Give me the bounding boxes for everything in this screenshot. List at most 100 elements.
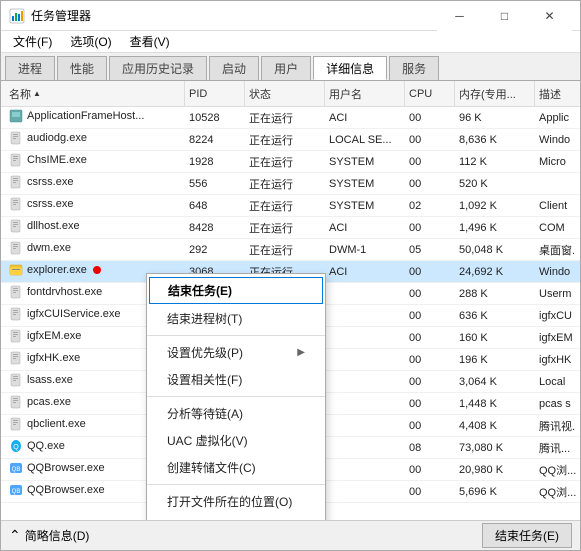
cell-name: dllhost.exe — [5, 219, 185, 236]
cell-cpu: 00 — [405, 420, 455, 432]
cell-mem: 288 K — [455, 288, 535, 300]
tab-processes[interactable]: 进程 — [5, 56, 55, 80]
summary-toggle[interactable]: ⌃ 简略信息(D) — [9, 527, 89, 544]
cell-mem: 8,636 K — [455, 134, 535, 146]
cell-status: 正在运行 — [245, 220, 325, 236]
cell-desc: igfxHK — [535, 354, 576, 366]
menu-separator — [147, 335, 325, 336]
col-header-desc[interactable]: 描述 — [535, 81, 576, 106]
tab-details[interactable]: 详细信息 — [313, 56, 387, 80]
table-row[interactable]: csrss.exe 556 正在运行 SYSTEM 00 520 K — [1, 173, 580, 195]
ctx-item-end-task[interactable]: 结束任务(E) — [149, 277, 323, 304]
cell-desc: 桌面窗... — [535, 242, 576, 258]
tab-services[interactable]: 服务 — [389, 56, 439, 80]
col-header-name[interactable]: 名称 ▲ — [5, 81, 185, 106]
cell-cpu: 00 — [405, 178, 455, 190]
ctx-item[interactable]: 结束进程树(T) — [147, 305, 325, 332]
col-header-status[interactable]: 状态 — [245, 81, 325, 106]
cell-status: 正在运行 — [245, 198, 325, 214]
tab-startup[interactable]: 启动 — [209, 56, 259, 80]
cell-user: SYSTEM — [325, 200, 405, 212]
cell-mem: 112 K — [455, 156, 535, 168]
cell-cpu: 00 — [405, 376, 455, 388]
app-icon — [9, 8, 25, 24]
cell-mem: 20,980 K — [455, 464, 535, 476]
cell-user: ACI — [325, 112, 405, 124]
ctx-item[interactable]: 分析等待链(A) — [147, 400, 325, 427]
col-header-cpu[interactable]: CPU — [405, 81, 455, 106]
minimize-button[interactable]: ─ — [437, 1, 482, 31]
tab-app-history[interactable]: 应用历史记录 — [109, 56, 207, 80]
cell-name: audiodg.exe — [5, 131, 185, 148]
tab-performance[interactable]: 性能 — [57, 56, 107, 80]
end-task-button[interactable]: 结束任务(E) — [482, 523, 572, 548]
cell-cpu: 00 — [405, 134, 455, 146]
cell-desc: Local — [535, 376, 576, 388]
process-icon — [9, 175, 23, 189]
menu-options[interactable]: 选项(O) — [62, 31, 119, 52]
tab-users[interactable]: 用户 — [261, 56, 311, 80]
cell-user: ACI — [325, 266, 405, 278]
cell-user: ACI — [325, 222, 405, 234]
cell-desc: Micro — [535, 156, 576, 168]
cell-user: DWM-1 — [325, 244, 405, 256]
cell-desc: COM — [535, 222, 576, 234]
table-row[interactable]: csrss.exe 648 正在运行 SYSTEM 02 1,092 K Cli… — [1, 195, 580, 217]
cell-name: csrss.exe — [5, 197, 185, 214]
table-row[interactable]: ChsIME.exe 1928 正在运行 SYSTEM 00 112 K Mic… — [1, 151, 580, 173]
menu-view[interactable]: 查看(V) — [122, 31, 178, 52]
cell-desc: QQ浏... — [535, 484, 576, 500]
cell-pid: 648 — [185, 200, 245, 212]
process-icon — [9, 153, 23, 167]
cell-cpu: 02 — [405, 200, 455, 212]
table-row[interactable]: audiodg.exe 8224 正在运行 LOCAL SE... 00 8,6… — [1, 129, 580, 151]
table-row[interactable]: ApplicationFrameHost... 10528 正在运行 ACI 0… — [1, 107, 580, 129]
maximize-button[interactable]: □ — [482, 1, 527, 31]
cell-name: dwm.exe — [5, 241, 185, 258]
ctx-item[interactable]: 打开文件所在的位置(O) — [147, 488, 325, 515]
ctx-item[interactable]: 设置优先级(P)▶ — [147, 339, 325, 366]
cell-mem: 24,692 K — [455, 266, 535, 278]
table-header: 名称 ▲ PID 状态 用户名 CPU 内存(专用... 描述 — [1, 81, 580, 107]
cell-pid: 8224 — [185, 134, 245, 146]
process-icon: QB — [9, 461, 23, 475]
process-icon — [9, 373, 23, 387]
col-header-user[interactable]: 用户名 — [325, 81, 405, 106]
cell-user: LOCAL SE... — [325, 134, 405, 146]
ctx-item[interactable]: 设置相关性(F) — [147, 366, 325, 393]
menu-separator — [147, 484, 325, 485]
col-header-pid[interactable]: PID — [185, 81, 245, 106]
content-area: 名称 ▲ PID 状态 用户名 CPU 内存(专用... 描述 — [1, 81, 580, 520]
cell-pid: 1928 — [185, 156, 245, 168]
col-header-mem[interactable]: 内存(专用... — [455, 81, 535, 106]
process-icon: Q — [9, 439, 23, 453]
menu-file[interactable]: 文件(F) — [5, 31, 60, 52]
menu-bar: 文件(F) 选项(O) 查看(V) — [1, 31, 580, 53]
close-button[interactable]: ✕ — [527, 1, 572, 31]
cell-mem: 4,408 K — [455, 420, 535, 432]
svg-text:QB: QB — [12, 489, 21, 495]
ctx-item[interactable]: 创建转储文件(C) — [147, 454, 325, 481]
sort-arrow: ▲ — [33, 89, 41, 98]
cell-status: 正在运行 — [245, 176, 325, 192]
cell-cpu: 00 — [405, 112, 455, 124]
table-row[interactable]: dllhost.exe 8428 正在运行 ACI 00 1,496 K COM — [1, 217, 580, 239]
context-menu: 结束任务(E)结束进程树(T) 设置优先级(P)▶设置相关性(F) 分析等待链(A)… — [146, 273, 326, 520]
cell-cpu: 00 — [405, 266, 455, 278]
ctx-item[interactable]: UAC 虚拟化(V) — [147, 427, 325, 454]
cell-desc: pcas s — [535, 398, 576, 410]
task-manager-window: 任务管理器 ─ □ ✕ 文件(F) 选项(O) 查看(V) 进程 性能 应用历史… — [0, 0, 581, 551]
cell-cpu: 00 — [405, 156, 455, 168]
cell-status: 正在运行 — [245, 110, 325, 126]
chevron-up-icon: ⌃ — [9, 527, 21, 544]
cell-cpu: 00 — [405, 464, 455, 476]
menu-separator — [147, 396, 325, 397]
cell-desc: Client — [535, 200, 576, 212]
process-icon — [9, 131, 23, 145]
cell-status: 正在运行 — [245, 242, 325, 258]
table-row[interactable]: dwm.exe 292 正在运行 DWM-1 05 50,048 K 桌面窗..… — [1, 239, 580, 261]
cell-name: ChsIME.exe — [5, 153, 185, 170]
ctx-item[interactable]: 在线搜索(N) — [147, 515, 325, 520]
cell-cpu: 00 — [405, 332, 455, 344]
process-icon — [9, 263, 23, 277]
